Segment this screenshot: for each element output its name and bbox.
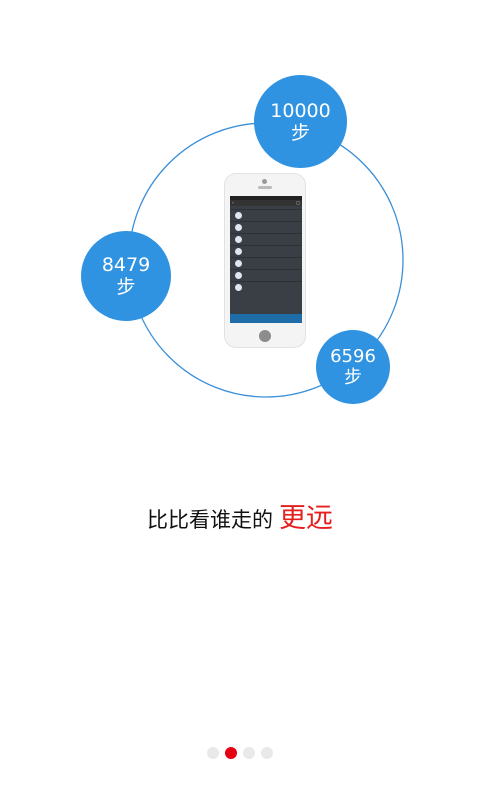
step-unit: 步 xyxy=(344,367,362,388)
avatar xyxy=(235,272,242,279)
nav-bar: ‹ □ xyxy=(230,200,302,206)
step-value: 6596 xyxy=(330,346,376,367)
phone-camera xyxy=(262,179,267,184)
screen-footer-bar xyxy=(230,314,302,323)
list-item xyxy=(230,221,302,233)
step-bubble-top: 10000 步 xyxy=(254,75,347,168)
list-item xyxy=(230,245,302,257)
orbit-ring xyxy=(128,122,404,398)
list-item xyxy=(230,209,302,221)
back-icon: ‹ xyxy=(232,200,234,205)
list-item xyxy=(230,269,302,281)
list-item xyxy=(230,281,302,293)
home-button xyxy=(259,330,271,342)
share-icon: □ xyxy=(296,200,300,205)
ranking-list xyxy=(230,209,302,293)
step-bubble-right: 6596 步 xyxy=(316,330,390,404)
avatar xyxy=(235,212,242,219)
list-item xyxy=(230,257,302,269)
slogan: 比比看谁走的 更远 xyxy=(0,496,480,535)
phone-illustration: ‹ □ xyxy=(224,173,306,348)
slogan-text: 比比看谁走的 xyxy=(147,508,273,532)
avatar xyxy=(235,284,242,291)
step-bubble-left: 8479 步 xyxy=(81,231,171,321)
avatar xyxy=(235,236,242,243)
phone-screen: ‹ □ xyxy=(230,196,302,323)
page-dot[interactable] xyxy=(207,747,219,759)
page-indicator xyxy=(207,747,273,759)
avatar xyxy=(235,224,242,231)
phone-speaker xyxy=(258,186,272,189)
step-unit: 步 xyxy=(290,121,310,144)
avatar xyxy=(235,260,242,267)
step-value: 10000 xyxy=(270,99,331,122)
avatar xyxy=(235,248,242,255)
step-unit: 步 xyxy=(116,276,136,298)
page-dot-active[interactable] xyxy=(225,747,237,759)
page-dot[interactable] xyxy=(261,747,273,759)
step-value: 8479 xyxy=(101,254,151,276)
page-dot[interactable] xyxy=(243,747,255,759)
list-item xyxy=(230,233,302,245)
slogan-highlight: 更远 xyxy=(279,503,333,534)
